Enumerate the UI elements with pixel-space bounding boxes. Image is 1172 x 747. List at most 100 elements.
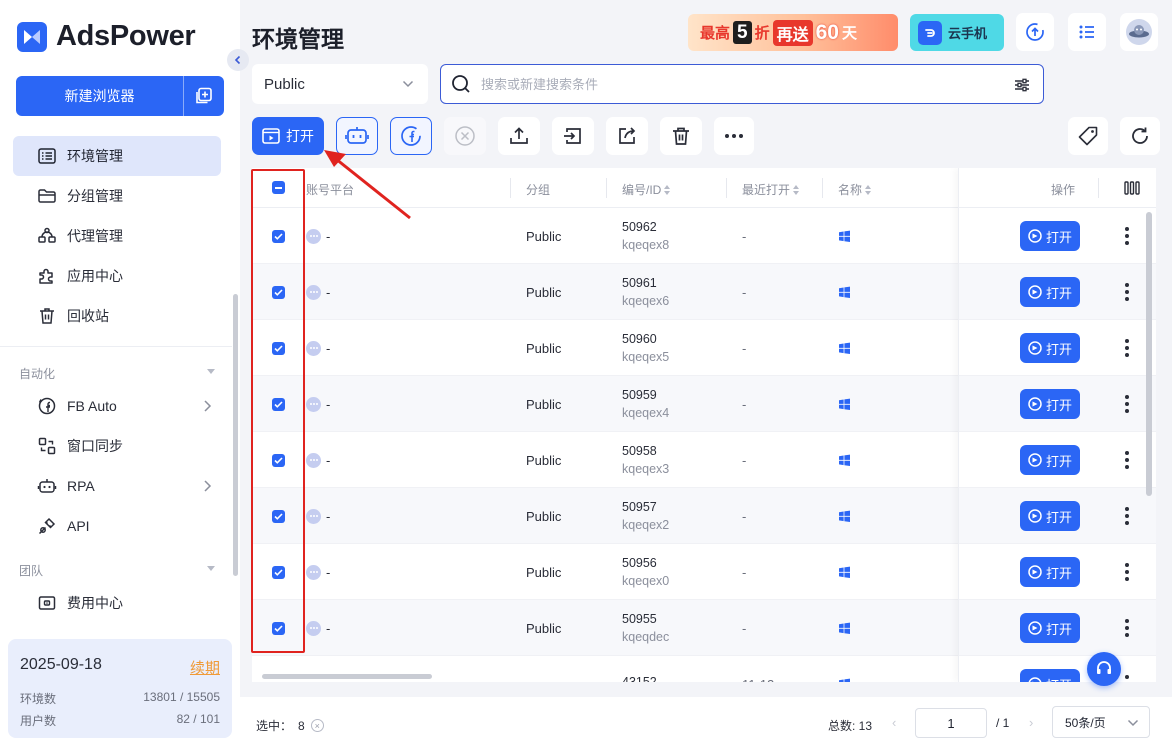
sidebar-item-rpa[interactable]: RPA — [13, 466, 221, 506]
task-list-button[interactable] — [1068, 13, 1106, 51]
cloud-phone-button[interactable]: 云手机 — [910, 14, 1004, 51]
row-open-button[interactable]: 打开 — [1020, 389, 1080, 419]
platform-more-icon[interactable] — [306, 452, 321, 468]
fb-auto-button[interactable] — [390, 117, 432, 155]
column-settings-icon[interactable] — [1124, 181, 1140, 195]
refresh-button[interactable] — [1120, 117, 1160, 155]
platform-more-icon[interactable] — [306, 340, 321, 356]
windows-icon — [838, 600, 851, 656]
sidebar-item-app-center[interactable]: 应用中心 — [13, 256, 221, 296]
row-checkbox[interactable] — [272, 286, 285, 299]
group-select[interactable]: Public — [252, 64, 428, 104]
expiry-date: 2025-09-18 — [20, 656, 102, 673]
sync-button[interactable] — [1016, 13, 1054, 51]
more-actions-button[interactable] — [714, 117, 754, 155]
platform-more-icon[interactable] — [306, 228, 321, 244]
team-section-header[interactable]: 团队 — [19, 562, 215, 579]
sidebar-item-api[interactable]: API — [13, 506, 221, 546]
table-footer: 选中： 8 × 总数: 13 ‹ 1 / 1 › 50条/页 — [240, 697, 1172, 747]
row-checkbox[interactable] — [272, 566, 285, 579]
column-header-last-open[interactable]: 最近打开 — [742, 181, 800, 198]
row-open-button[interactable]: 打开 — [1020, 613, 1080, 643]
sidebar-item-env-management[interactable]: 环境管理 — [13, 136, 221, 176]
plug-icon — [38, 517, 56, 535]
platform-more-icon[interactable] — [306, 620, 321, 636]
row-open-button[interactable]: 打开 — [1020, 445, 1080, 475]
row-checkbox[interactable] — [272, 622, 285, 635]
platform-more-icon[interactable] — [306, 396, 321, 412]
row-open-button[interactable]: 打开 — [1020, 333, 1080, 363]
row-checkbox[interactable] — [272, 510, 285, 523]
sidebar-scrollbar[interactable] — [233, 294, 238, 576]
page-number-input[interactable]: 1 — [915, 708, 987, 738]
last-open-cell: 11-12 — [742, 656, 774, 683]
row-open-button[interactable]: 打开 — [1020, 669, 1080, 682]
column-header-actions: 操作 — [1051, 183, 1076, 197]
sidebar-item-recycle-bin[interactable]: 回收站 — [13, 296, 221, 336]
column-header-name[interactable]: 名称 — [838, 181, 872, 198]
row-checkbox[interactable] — [272, 230, 285, 243]
table-vertical-scrollbar[interactable] — [1146, 212, 1152, 496]
automation-section-header[interactable]: 自动化 — [19, 365, 215, 382]
close-browser-button[interactable] — [444, 117, 486, 155]
chevron-down-icon — [402, 80, 414, 88]
row-checkbox[interactable] — [272, 398, 285, 411]
more-vertical-icon[interactable] — [1124, 227, 1130, 245]
row-open-button[interactable]: 打开 — [1020, 557, 1080, 587]
windows-icon — [838, 544, 851, 600]
more-vertical-icon[interactable] — [1124, 283, 1130, 301]
platform-more-icon[interactable] — [306, 284, 321, 300]
rpa-button[interactable] — [336, 117, 378, 155]
id-cell: 50960 kqeqex5 — [622, 320, 669, 376]
row-open-button[interactable]: 打开 — [1020, 221, 1080, 251]
tag-button[interactable] — [1068, 117, 1108, 155]
customer-support-button[interactable] — [1087, 652, 1121, 686]
sidebar-item-fb-auto[interactable]: FB Auto — [13, 386, 221, 426]
tag-icon — [1078, 126, 1098, 146]
select-all-checkbox[interactable] — [272, 181, 285, 194]
sidebar-item-group-management[interactable]: 分组管理 — [13, 176, 221, 216]
more-vertical-icon[interactable] — [1124, 675, 1130, 682]
sidebar-item-proxy-management[interactable]: 代理管理 — [13, 216, 221, 256]
platform-more-icon[interactable] — [306, 564, 321, 580]
next-page-icon[interactable]: › — [1029, 715, 1033, 730]
share-button[interactable] — [606, 117, 648, 155]
app-logo[interactable]: AdsPower — [16, 20, 196, 53]
env-number: 50960 — [622, 332, 657, 346]
row-open-button[interactable]: 打开 — [1020, 277, 1080, 307]
platform-more-icon[interactable] — [306, 508, 321, 524]
adspower-logo-icon — [16, 21, 48, 53]
row-checkbox[interactable] — [272, 454, 285, 467]
renew-link[interactable]: 续期 — [190, 657, 220, 678]
filter-settings-icon[interactable] — [1013, 76, 1031, 94]
column-header-id[interactable]: 编号/ID — [622, 181, 671, 198]
delete-button[interactable] — [660, 117, 702, 155]
table-horizontal-scrollbar[interactable] — [262, 674, 432, 679]
more-vertical-icon[interactable] — [1124, 395, 1130, 413]
batch-add-button[interactable] — [184, 76, 224, 116]
search-box[interactable] — [440, 64, 1044, 104]
row-checkbox[interactable] — [272, 342, 285, 355]
row-open-button[interactable]: 打开 — [1020, 501, 1080, 531]
more-vertical-icon[interactable] — [1124, 563, 1130, 581]
new-browser-button[interactable]: 新建浏览器 — [16, 86, 183, 106]
play-icon — [1028, 341, 1042, 355]
promo-banner[interactable]: 最高 5 折 再送 60 天 — [688, 14, 898, 51]
more-vertical-icon[interactable] — [1124, 619, 1130, 637]
more-vertical-icon[interactable] — [1124, 507, 1130, 525]
id-cell: 43152 — [622, 656, 657, 682]
export-button[interactable] — [498, 117, 540, 155]
sidebar-item-billing-center[interactable]: 费用中心 — [13, 583, 221, 623]
open-browser-button[interactable]: 打开 — [252, 117, 324, 155]
prev-page-icon[interactable]: ‹ — [892, 715, 896, 730]
more-vertical-icon[interactable] — [1124, 451, 1130, 469]
search-input[interactable] — [481, 76, 1001, 92]
import-button[interactable] — [552, 117, 594, 155]
more-vertical-icon[interactable] — [1124, 339, 1130, 357]
user-avatar-button[interactable] — [1120, 13, 1158, 51]
sidebar-collapse-button[interactable] — [227, 49, 249, 71]
page-size-select[interactable]: 50条/页 — [1052, 706, 1150, 738]
group-cell: Public — [526, 396, 562, 412]
sidebar-item-window-sync[interactable]: 窗口同步 — [13, 426, 221, 466]
clear-selection-icon[interactable]: × — [310, 719, 324, 732]
